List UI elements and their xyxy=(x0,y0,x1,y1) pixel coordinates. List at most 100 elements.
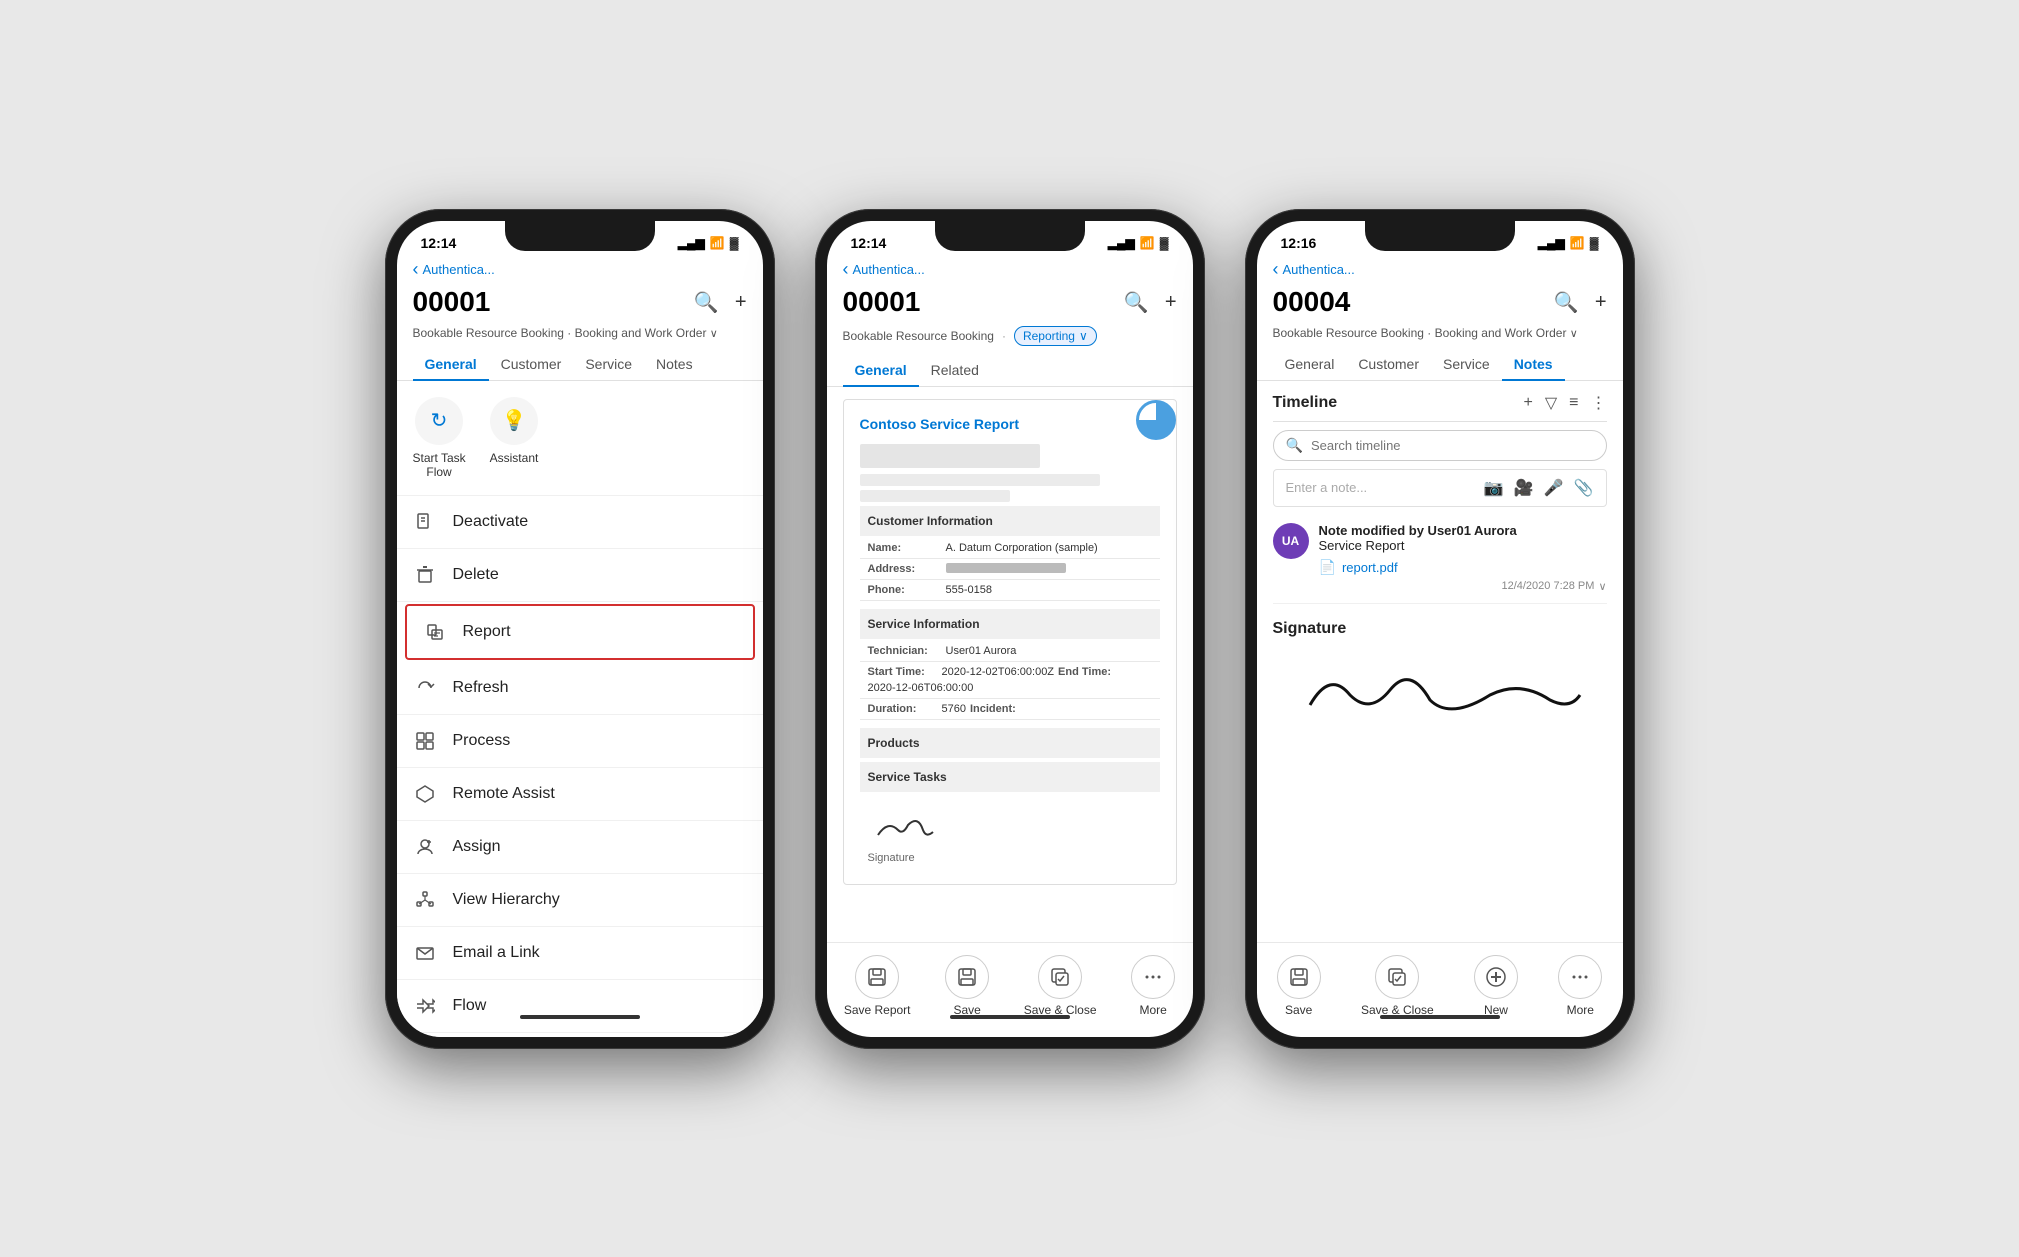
back-arrow-2[interactable]: ‹ xyxy=(843,259,849,280)
phone-3: 12:16 ▂▄▆ 📶 ▓ ‹ Authentica... 00004 🔍 + xyxy=(1245,209,1635,1049)
save-report-btn[interactable]: Save Report xyxy=(844,955,911,1017)
save-label-3: Save xyxy=(1285,1003,1312,1017)
content-1: ↻ Start TaskFlow 💡 Assistant Deactivate xyxy=(397,381,763,1037)
reporting-badge[interactable]: Reporting ∨ xyxy=(1014,326,1097,346)
quick-action-start-task-flow[interactable]: ↻ Start TaskFlow xyxy=(413,397,466,479)
menu-item-word-templates[interactable]: W Word Templates xyxy=(397,1033,763,1037)
save-btn-3[interactable]: Save xyxy=(1277,955,1321,1017)
breadcrumb-chevron-1[interactable]: ∨ xyxy=(710,328,718,340)
new-btn-3[interactable]: New xyxy=(1474,955,1518,1017)
timeline-search-input[interactable] xyxy=(1311,438,1594,453)
note-attachment-link[interactable]: report.pdf xyxy=(1342,560,1398,575)
report-incident-label: Incident: xyxy=(970,703,1040,715)
phone-1: 12:14 ▂▄▆ 📶 ▓ ‹ Authentica... 00001 🔍 + xyxy=(385,209,775,1049)
email-link-icon xyxy=(413,941,437,965)
notch-2 xyxy=(935,221,1085,251)
battery-icon-3: ▓ xyxy=(1590,236,1599,250)
attach-icon[interactable]: 📎 xyxy=(1574,478,1594,498)
tab-notes-3[interactable]: Notes xyxy=(1502,348,1565,380)
menu-item-refresh[interactable]: Refresh xyxy=(397,662,763,715)
search-icon-3[interactable]: 🔍 xyxy=(1554,290,1579,315)
back-bar-3[interactable]: ‹ Authentica... xyxy=(1257,255,1623,282)
view-hierarchy-label: View Hierarchy xyxy=(453,891,560,909)
status-icons-2: ▂▄▆ 📶 ▓ xyxy=(1108,236,1169,250)
tab-notes-1[interactable]: Notes xyxy=(644,348,705,380)
tab-general-2[interactable]: General xyxy=(843,354,919,386)
more-btn-2[interactable]: More xyxy=(1131,955,1175,1017)
tab-related-2[interactable]: Related xyxy=(919,354,991,386)
menu-item-deactivate[interactable]: Deactivate xyxy=(397,496,763,549)
tab-general-3[interactable]: General xyxy=(1273,348,1347,380)
back-arrow-3[interactable]: ‹ xyxy=(1273,259,1279,280)
tab-customer-1[interactable]: Customer xyxy=(489,348,574,380)
timeline-add-btn[interactable]: + xyxy=(1524,394,1533,412)
save-close-btn-2[interactable]: Save & Close xyxy=(1024,955,1097,1017)
page-header-2: 00001 🔍 + xyxy=(827,282,1193,326)
report-tech-label: Technician: xyxy=(868,645,938,657)
page-header-1: 00001 🔍 + xyxy=(397,282,763,326)
refresh-icon xyxy=(413,676,437,700)
breadcrumb-text-2: Bookable Resource Booking xyxy=(843,329,994,343)
timeline-filter-btn[interactable]: ▽ xyxy=(1545,393,1557,413)
note-input-area[interactable]: Enter a note... 📷 🎥 🎤 📎 xyxy=(1273,469,1607,507)
menu-item-flow[interactable]: Flow xyxy=(397,980,763,1033)
report-field-duration: Duration: 5760 Incident: xyxy=(860,699,1160,720)
timeline-header-actions: + ▽ ≡ ⋮ xyxy=(1524,393,1607,413)
back-arrow-1[interactable]: ‹ xyxy=(413,259,419,280)
menu-item-email-link[interactable]: Email a Link xyxy=(397,927,763,980)
timeline-search[interactable]: 🔍 xyxy=(1273,430,1607,461)
add-icon-2[interactable]: + xyxy=(1165,291,1177,314)
add-icon-3[interactable]: + xyxy=(1595,291,1607,314)
more-icon-3 xyxy=(1558,955,1602,999)
search-icon-2[interactable]: 🔍 xyxy=(1124,290,1149,315)
save-report-icon xyxy=(855,955,899,999)
wifi-icon-1: 📶 xyxy=(710,236,725,250)
more-label-3: More xyxy=(1567,1003,1594,1017)
breadcrumb-chevron-3[interactable]: ∨ xyxy=(1570,328,1578,340)
content-3: Timeline + ▽ ≡ ⋮ 🔍 xyxy=(1257,381,1623,942)
back-bar-2[interactable]: ‹ Authentica... xyxy=(827,255,1193,282)
report-products-title: Products xyxy=(868,736,920,750)
menu-list-1: Deactivate Delete Report xyxy=(397,496,763,1037)
header-actions-1: 🔍 + xyxy=(694,286,747,315)
breadcrumb-text-1: Bookable Resource Booking · Booking and … xyxy=(413,326,707,340)
tab-general-1[interactable]: General xyxy=(413,348,489,380)
notch-1 xyxy=(505,221,655,251)
report-name-label: Name: xyxy=(868,542,938,554)
report-section-tasks: Service Tasks xyxy=(860,762,1160,792)
menu-item-delete[interactable]: Delete xyxy=(397,549,763,602)
camera-icon[interactable]: 📷 xyxy=(1484,478,1504,498)
save-close-btn-3[interactable]: Save & Close xyxy=(1361,955,1434,1017)
back-label-2: Authentica... xyxy=(853,262,925,277)
mic-icon[interactable]: 🎤 xyxy=(1544,478,1564,498)
quick-action-assistant[interactable]: 💡 Assistant xyxy=(490,397,539,479)
note-input-icons: 📷 🎥 🎤 📎 xyxy=(1484,478,1594,498)
menu-item-process[interactable]: Process xyxy=(397,715,763,768)
record-id-2: 00001 xyxy=(843,286,921,318)
assistant-icon: 💡 xyxy=(490,397,538,445)
timeline-more-btn[interactable]: ⋮ xyxy=(1591,393,1607,413)
save-btn-2[interactable]: Save xyxy=(945,955,989,1017)
menu-item-remote-assist[interactable]: Remote Assist xyxy=(397,768,763,821)
flow-label: Flow xyxy=(453,997,487,1015)
note-avatar: UA xyxy=(1273,523,1309,559)
video-icon[interactable]: 🎥 xyxy=(1514,478,1534,498)
report-tech-value: User01 Aurora xyxy=(946,645,1017,657)
tab-customer-3[interactable]: Customer xyxy=(1346,348,1431,380)
report-field-address: Address: xyxy=(860,559,1160,580)
new-icon-3 xyxy=(1474,955,1518,999)
add-icon-1[interactable]: + xyxy=(735,291,747,314)
menu-item-report[interactable]: Report xyxy=(405,604,755,660)
search-icon-1[interactable]: 🔍 xyxy=(694,290,719,315)
timestamp-chevron[interactable]: ∨ xyxy=(1598,580,1606,593)
back-bar-1[interactable]: ‹ Authentica... xyxy=(397,255,763,282)
timeline-sort-btn[interactable]: ≡ xyxy=(1569,394,1578,412)
report-title: Contoso Service Report xyxy=(860,416,1160,432)
menu-item-assign[interactable]: Assign xyxy=(397,821,763,874)
tab-service-3[interactable]: Service xyxy=(1431,348,1502,380)
tab-service-1[interactable]: Service xyxy=(573,348,644,380)
menu-item-view-hierarchy[interactable]: View Hierarchy xyxy=(397,874,763,927)
note-attachment[interactable]: 📄 report.pdf xyxy=(1319,559,1607,576)
more-btn-3[interactable]: More xyxy=(1558,955,1602,1017)
bottom-bar-2: Save Report Save Save & Close xyxy=(827,942,1193,1037)
